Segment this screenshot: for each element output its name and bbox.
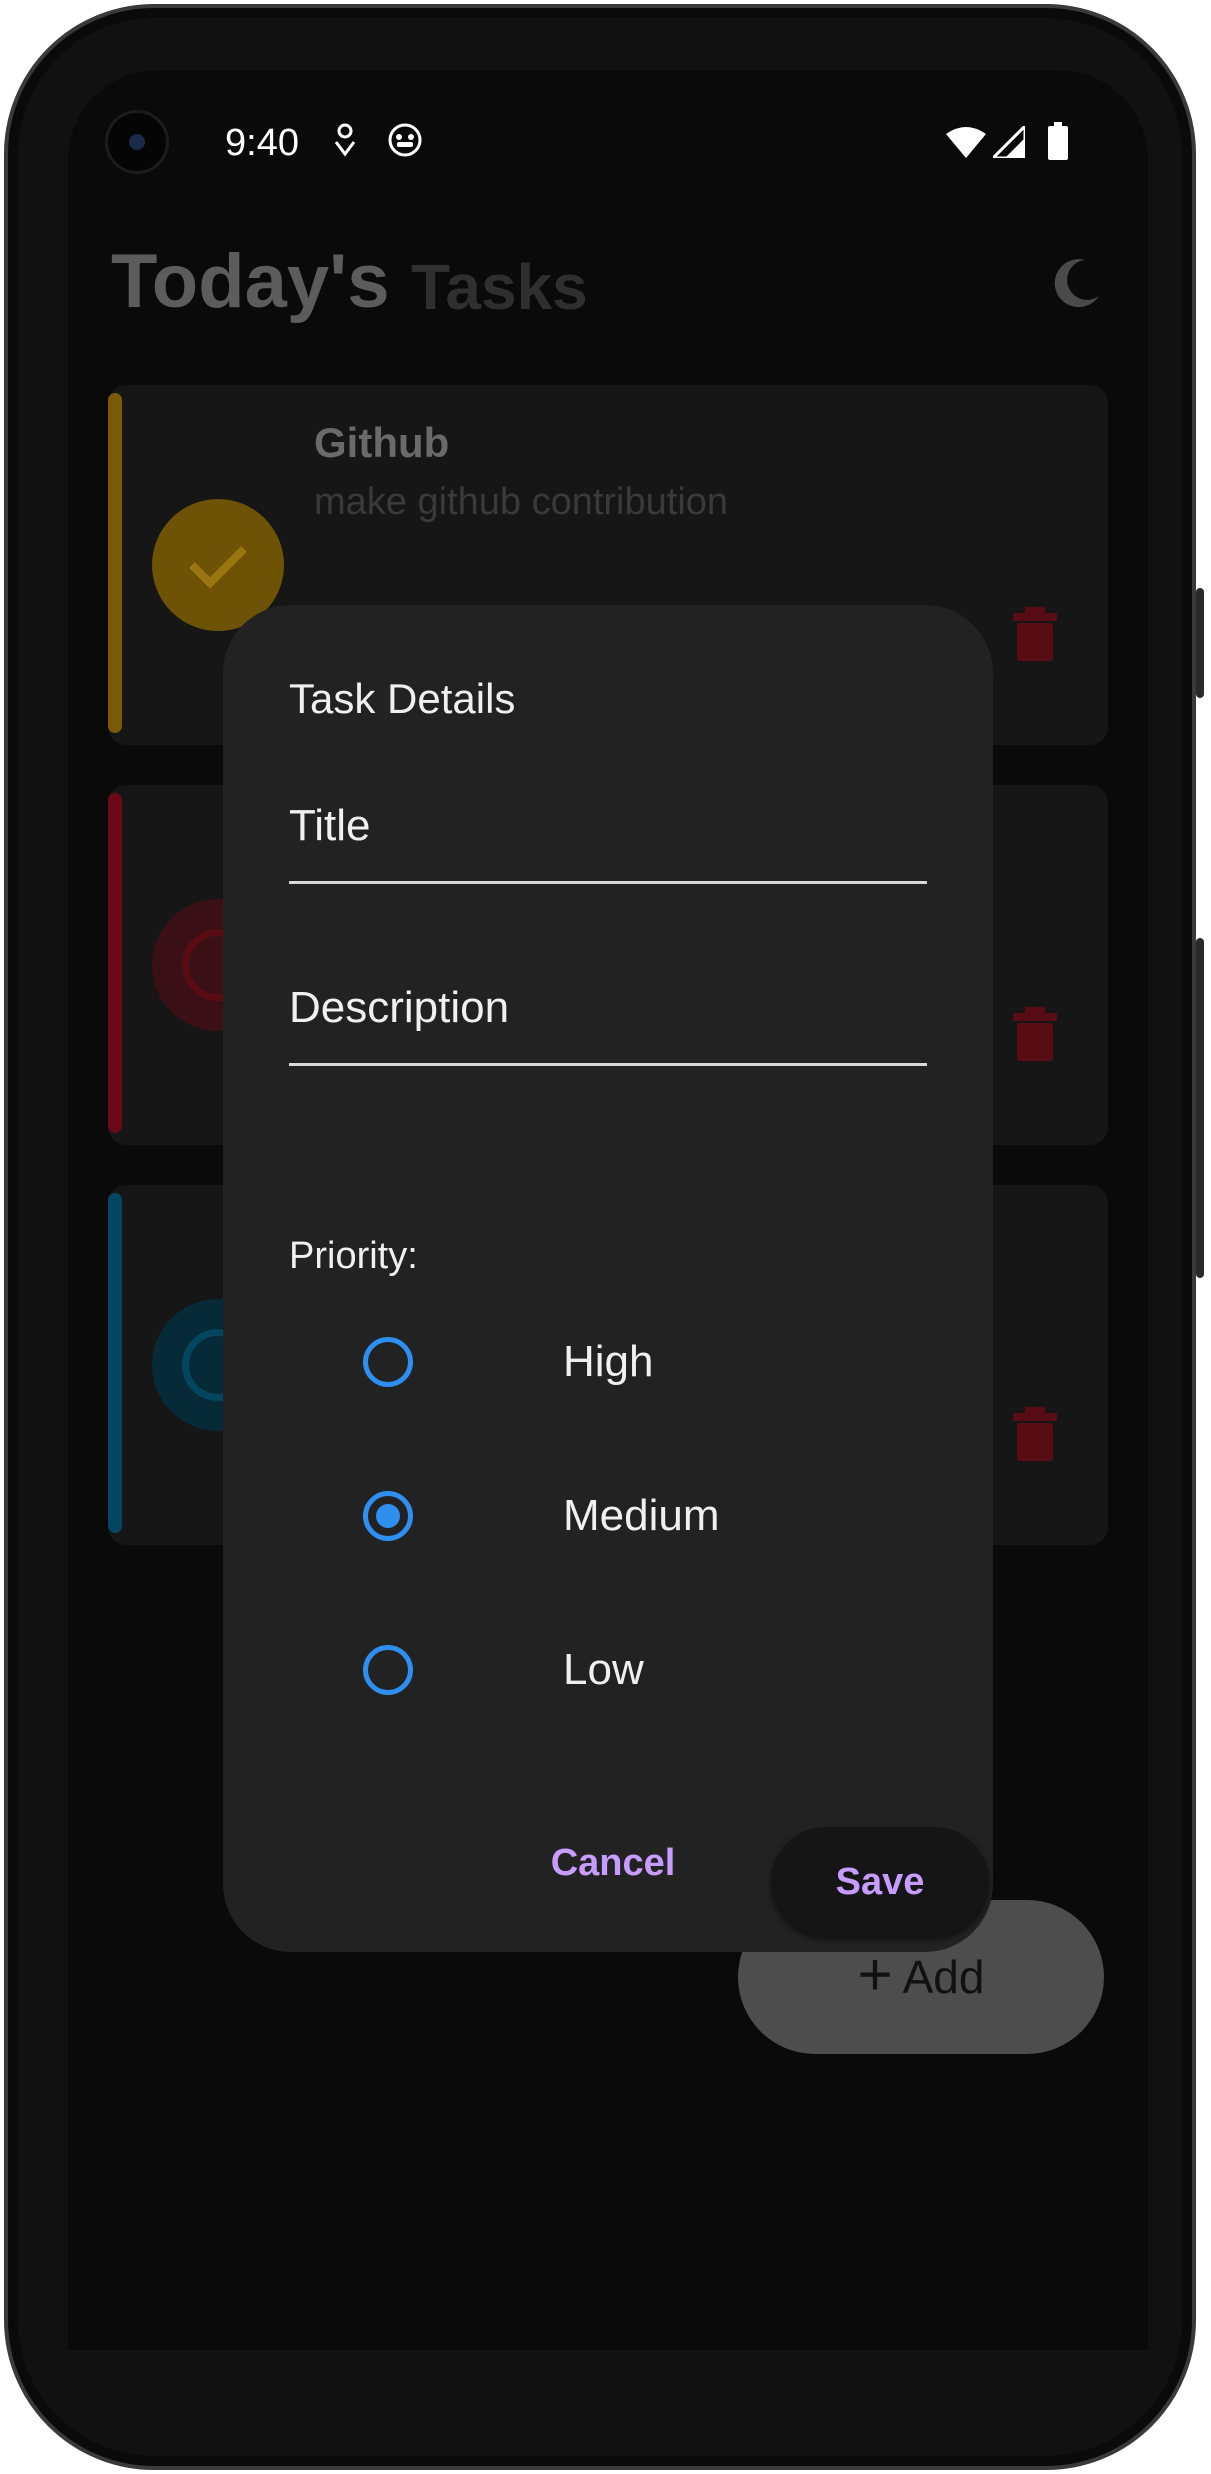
status-icons [68,120,1148,164]
title-field-placeholder: Title [289,801,371,850]
volume-button [1196,938,1204,1278]
moon-icon[interactable] [1051,258,1101,308]
dialog-title: Task Details [289,675,516,722]
radio-button[interactable] [363,1491,413,1541]
priority-option-low[interactable]: Low [363,1625,863,1715]
cancel-button[interactable]: Cancel [523,1823,703,1903]
wifi-icon [946,126,986,163]
priority-bar [108,1193,122,1533]
title-secondary: Tasks [411,251,588,323]
priority-bar [108,793,122,1133]
task-title: Github [314,419,450,466]
description-field-placeholder: Description [289,983,510,1032]
screen: 9:40 Today's Tasks Github make github co… [68,70,1148,2350]
title-field[interactable]: Title [289,771,927,884]
trash-icon[interactable] [1013,1007,1057,1061]
power-button [1196,588,1204,698]
radio-button[interactable] [363,1645,413,1695]
radio-label: High [563,1337,654,1386]
priority-option-medium[interactable]: Medium [363,1471,863,1561]
trash-icon[interactable] [1013,607,1057,661]
priority-label: Priority: [289,1235,418,1277]
plus-icon: + [857,1941,893,2008]
priority-bar [108,393,122,733]
battery-icon [1048,122,1068,165]
trash-icon[interactable] [1013,1407,1057,1461]
app-icon [387,122,423,163]
title-primary: Today's [111,239,390,324]
task-description: make github contribution [314,481,729,523]
description-field[interactable]: Description [289,953,927,1066]
radio-label: Low [563,1645,644,1694]
priority-option-high[interactable]: High [363,1317,863,1407]
notification-icon [332,122,358,163]
phone-frame: 9:40 Today's Tasks Github make github co… [4,4,1204,2470]
save-button[interactable]: Save [771,1827,989,1937]
signal-icon [989,122,1027,163]
radio-button[interactable] [363,1337,413,1387]
radio-label: Medium [563,1491,720,1540]
add-button-label: Add [902,1951,985,2003]
task-details-dialog: Task Details Title Description Priority:… [223,605,993,1952]
